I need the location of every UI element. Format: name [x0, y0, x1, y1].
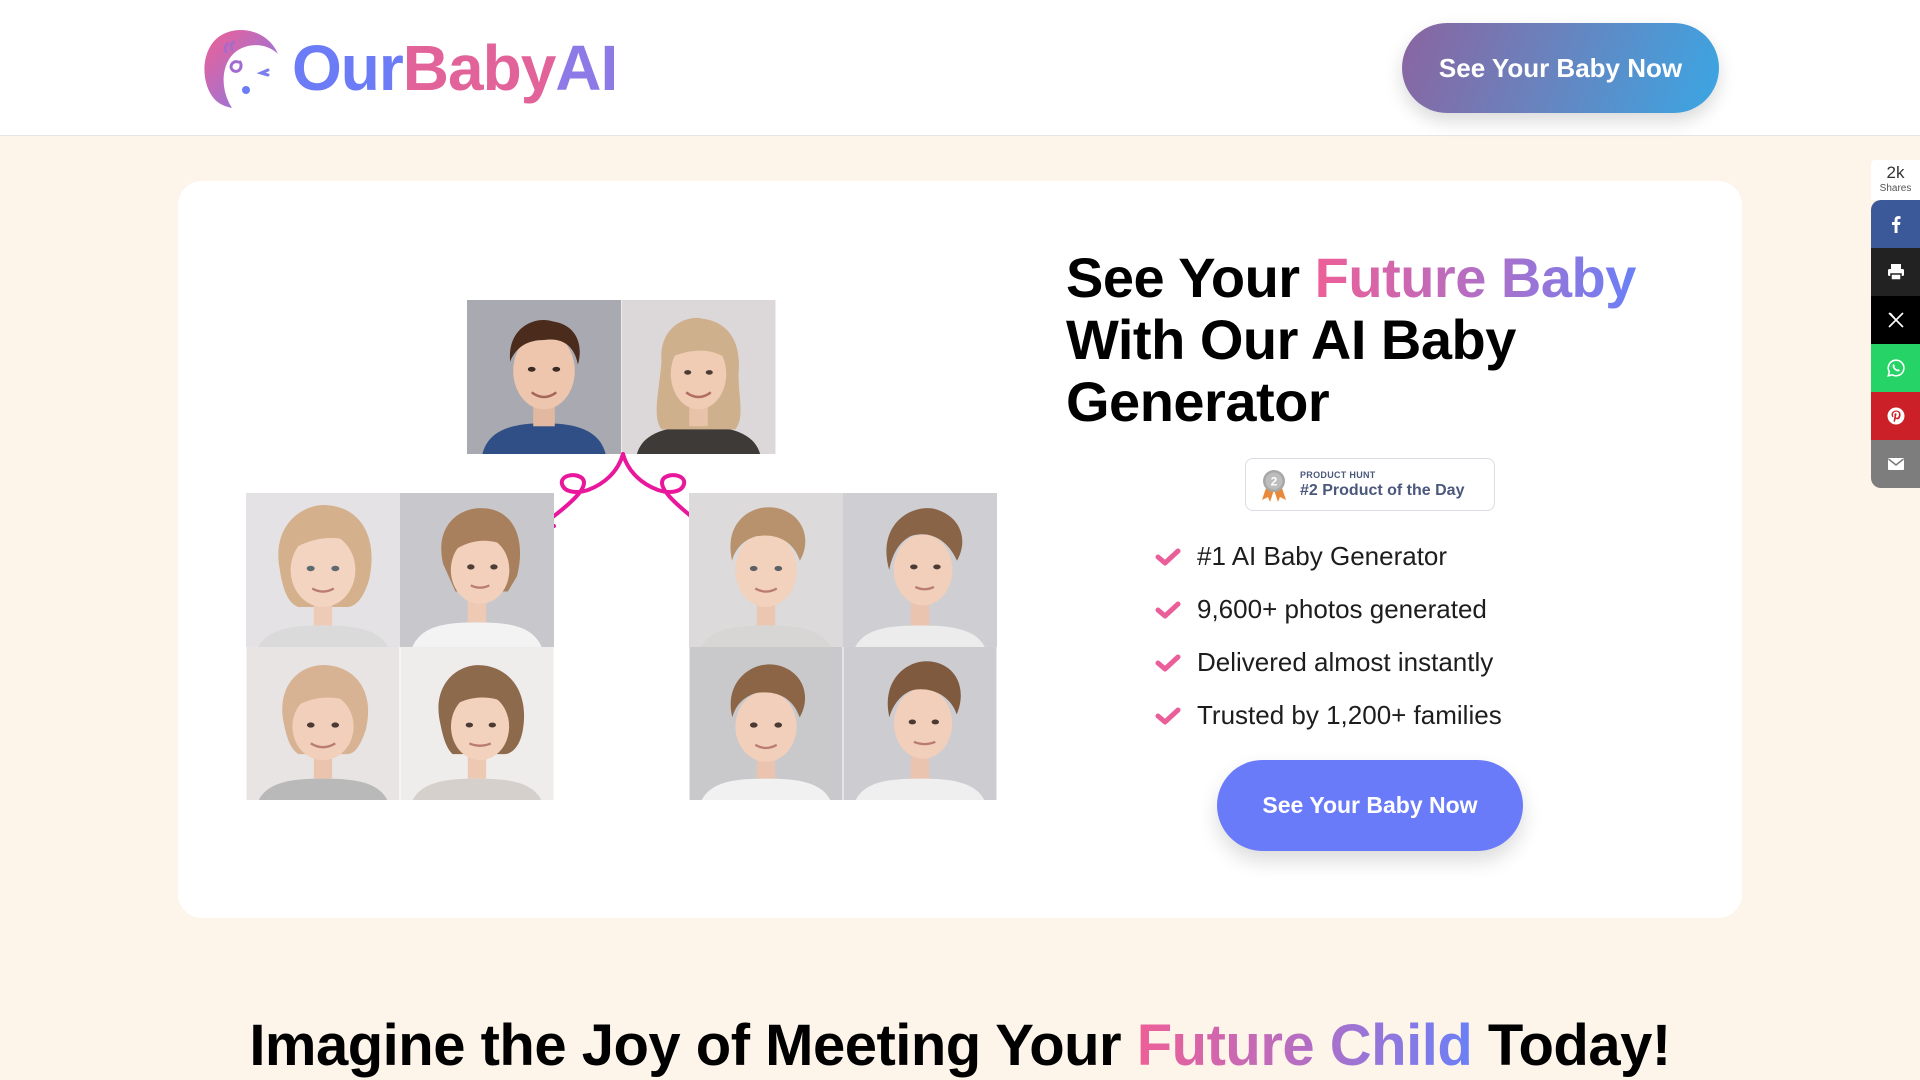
feature-list: #1 AI Baby Generator 9,600+ photos gener…	[1155, 530, 1502, 742]
hero-title-highlight: Future Baby	[1314, 246, 1637, 309]
whatsapp-icon	[1886, 359, 1905, 377]
hero-title-line3: Generator	[1066, 370, 1330, 433]
x-icon	[1887, 312, 1904, 328]
boy-portrait-2	[843, 493, 997, 647]
hero-see-baby-button[interactable]: See Your Baby Now	[1217, 760, 1523, 851]
feature-text: Delivered almost instantly	[1197, 647, 1494, 677]
girl-portrait-2	[400, 493, 554, 647]
share-sidebar: 2k Shares	[1871, 160, 1920, 488]
feature-text: Trusted by 1,200+ families	[1197, 700, 1502, 730]
header-see-baby-button[interactable]: See Your Baby Now	[1402, 23, 1719, 113]
logo-text-baby: Baby	[402, 32, 556, 104]
print-icon	[1887, 264, 1904, 281]
share-whatsapp-button[interactable]	[1871, 344, 1920, 392]
logo-link[interactable]: OurBabyAI	[198, 26, 618, 110]
girl-portrait-1	[246, 493, 400, 647]
product-hunt-text: PRODUCT HUNT #2 Product of the Day	[1300, 470, 1464, 500]
mother-portrait	[621, 300, 776, 454]
feature-text: #1 AI Baby Generator	[1197, 541, 1448, 571]
feature-item: Delivered almost instantly	[1155, 636, 1502, 689]
hero-title-prefix: See Your	[1066, 246, 1315, 309]
section-title-highlight: Future Child	[1136, 1013, 1473, 1078]
logo-text-ai: AI	[555, 32, 618, 104]
hero-title-line2: With Our AI Baby	[1066, 308, 1516, 371]
logo-wordmark: OurBabyAI	[292, 36, 618, 100]
girl-portrait-4	[400, 647, 554, 800]
product-hunt-label: PRODUCT HUNT	[1300, 469, 1376, 480]
check-icon	[1155, 548, 1181, 565]
product-hunt-badge[interactable]: 2 PRODUCT HUNT #2 Product of the Day	[1245, 458, 1495, 511]
section-title-suffix: Today!	[1472, 1013, 1671, 1078]
boy-portrait-1	[689, 493, 843, 647]
product-hunt-rank: #2 Product of the Day	[1300, 481, 1465, 499]
feature-item: 9,600+ photos generated	[1155, 583, 1502, 636]
girl-portrait-3	[246, 647, 400, 800]
share-count-number: 2k	[1886, 163, 1905, 182]
share-facebook-button[interactable]	[1871, 200, 1920, 248]
boy-portrait-3	[689, 647, 843, 800]
site-header: OurBabyAI See Your Baby Now	[0, 0, 1920, 136]
facebook-icon	[1891, 216, 1900, 233]
feature-item: Trusted by 1,200+ families	[1155, 689, 1502, 742]
baby-face-logo-icon	[204, 30, 278, 108]
share-pinterest-button[interactable]	[1871, 392, 1920, 440]
check-icon	[1155, 601, 1181, 618]
section-title-prefix: Imagine the Joy of Meeting Your	[249, 1013, 1137, 1078]
logo-text-our: Our	[292, 32, 404, 104]
silver-medal-icon: 2	[1262, 469, 1286, 502]
share-count: 2k Shares	[1871, 160, 1920, 200]
check-icon	[1155, 707, 1181, 724]
feature-item: #1 AI Baby Generator	[1155, 530, 1502, 583]
section-title: Imagine the Joy of Meeting Your Future C…	[0, 1012, 1920, 1079]
father-portrait	[467, 300, 621, 454]
feature-text: 9,600+ photos generated	[1197, 594, 1487, 624]
boy-portrait-4	[843, 647, 997, 800]
hero-title: See Your Future Baby With Our AI Baby Ge…	[1066, 247, 1666, 433]
share-print-button[interactable]	[1871, 248, 1920, 296]
share-x-button[interactable]	[1871, 296, 1920, 344]
share-email-button[interactable]	[1871, 440, 1920, 488]
pinterest-icon	[1887, 407, 1904, 425]
check-icon	[1155, 654, 1181, 671]
share-count-label: Shares	[1879, 183, 1912, 194]
email-icon	[1887, 458, 1904, 470]
svg-text:2: 2	[1271, 474, 1278, 488]
